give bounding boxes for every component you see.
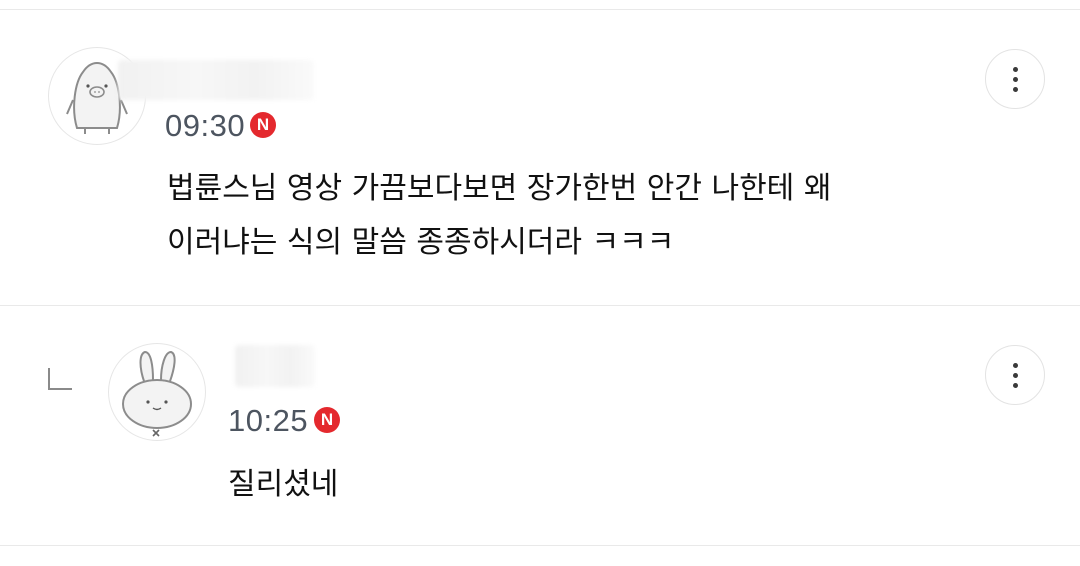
comment-time: 09:30 [165,108,246,143]
comment-time: 10:25 [228,403,309,438]
more-vertical-icon[interactable] [985,345,1045,405]
rabbit-avatar-icon[interactable] [108,343,206,441]
username-blurred [235,345,315,387]
comment-text: 질리셨네 [228,467,339,502]
bottom-divider [0,545,1080,546]
comment-divider [0,305,1080,306]
new-badge: N [250,112,276,138]
more-vertical-icon[interactable] [985,49,1045,109]
username-blurred [118,60,314,100]
top-divider [0,9,1080,10]
reply-arrow-icon [48,368,72,390]
new-badge: N [314,407,340,433]
comment-text: 법륜스님 영상 가끔보다보면 장가한번 안간 나한테 왜 이러냐는 식의 말씀 … [167,171,832,260]
